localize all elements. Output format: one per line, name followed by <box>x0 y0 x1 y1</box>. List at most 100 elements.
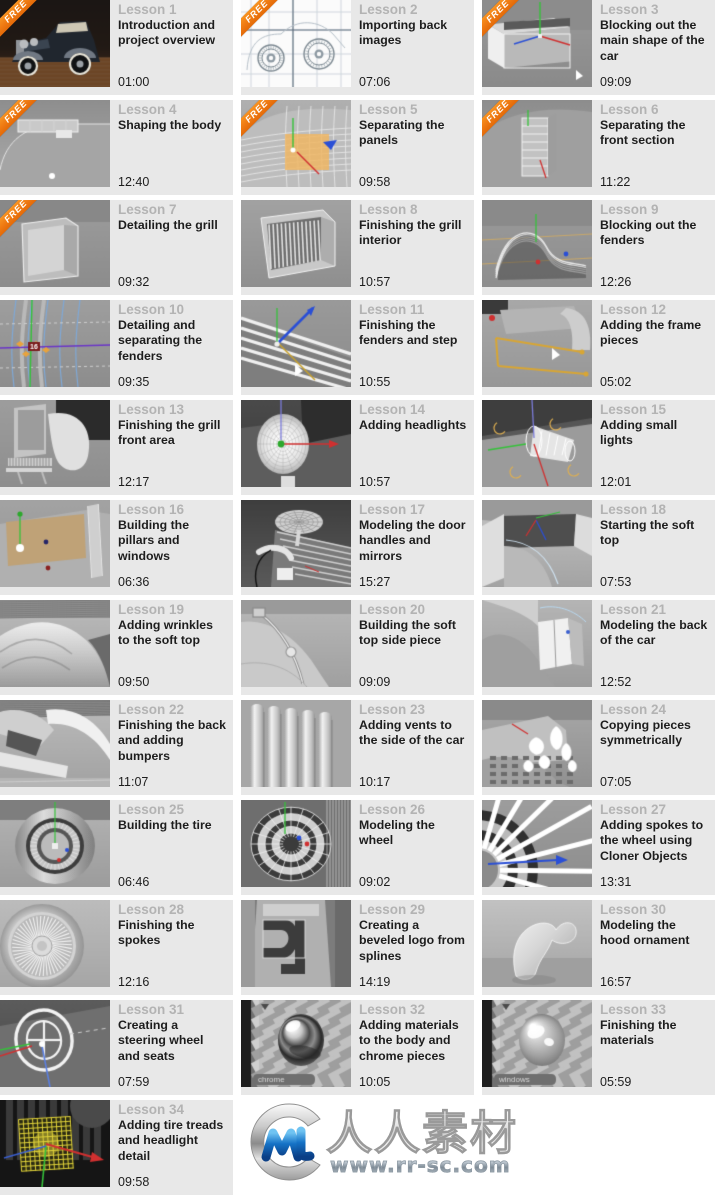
lesson-title[interactable]: Building the tire <box>118 818 227 833</box>
lesson-title[interactable]: Shaping the body <box>118 118 227 133</box>
lesson-title[interactable]: Modeling the back of the car <box>600 618 709 649</box>
lesson-title[interactable]: Creating a steering wheel and seats <box>118 1018 227 1064</box>
lesson-thumbnail[interactable] <box>241 1000 351 1087</box>
lesson-title[interactable]: Detailing and separating the fenders <box>118 318 227 364</box>
lesson-card[interactable]: Lesson 22 Finishing the back and adding b… <box>0 700 233 795</box>
lesson-card[interactable]: Lesson 26 Modeling the wheel 09:02 <box>241 800 474 895</box>
lesson-thumbnail[interactable] <box>482 500 592 587</box>
lesson-title[interactable]: Finishing the fenders and step <box>359 318 468 349</box>
lesson-card[interactable]: Lesson 11 Finishing the fenders and step 1… <box>241 300 474 395</box>
lesson-thumbnail[interactable] <box>0 1100 110 1187</box>
lesson-card[interactable]: Lesson 28 Finishing the spokes 12:16 <box>0 900 233 995</box>
lesson-title[interactable]: Adding wrinkles to the soft top <box>118 618 227 649</box>
lesson-thumbnail[interactable]: FREE <box>482 0 592 87</box>
lesson-thumbnail[interactable] <box>482 200 592 287</box>
lesson-card[interactable]: Lesson 12 Adding the frame pieces 05:02 <box>482 300 715 395</box>
lesson-thumbnail[interactable]: FREE <box>0 0 110 87</box>
lesson-thumbnail[interactable] <box>241 700 351 787</box>
lesson-card[interactable]: Lesson 23 Adding vents to the side of the… <box>241 700 474 795</box>
lesson-title[interactable]: Adding headlights <box>359 418 468 433</box>
lesson-title[interactable]: Blocking out the fenders <box>600 218 709 249</box>
lesson-card[interactable]: Lesson 32 Adding materials to the body an… <box>241 1000 474 1095</box>
lesson-thumbnail[interactable] <box>0 900 110 987</box>
lesson-card[interactable]: Lesson 15 Adding small lights 12:01 <box>482 400 715 495</box>
lesson-thumbnail[interactable] <box>482 300 592 387</box>
lesson-card[interactable]: FREE Lesson 2 Importing back images 07:06 <box>241 0 474 95</box>
lesson-card[interactable]: Lesson 19 Adding wrinkles to the soft top… <box>0 600 233 695</box>
lesson-title[interactable]: Blocking out the main shape of the car <box>600 18 709 64</box>
lesson-thumbnail[interactable] <box>241 900 351 987</box>
lesson-thumbnail[interactable] <box>0 400 110 487</box>
lesson-card[interactable]: Lesson 9 Blocking out the fenders 12:26 <box>482 200 715 295</box>
lesson-thumbnail[interactable] <box>0 300 110 387</box>
lesson-title[interactable]: Creating a beveled logo from splines <box>359 918 468 964</box>
lesson-thumbnail[interactable] <box>482 900 592 987</box>
lesson-card[interactable]: Lesson 17 Modeling the door handles and m… <box>241 500 474 595</box>
lesson-thumbnail[interactable] <box>482 400 592 487</box>
lesson-card[interactable]: Lesson 24 Copying pieces symmetrically 07:… <box>482 700 715 795</box>
lesson-card[interactable]: Lesson 20 Building the soft top side piec… <box>241 600 474 695</box>
lesson-title[interactable]: Finishing the spokes <box>118 918 227 949</box>
lesson-thumbnail[interactable] <box>241 500 351 587</box>
lesson-title[interactable]: Adding spokes to the wheel using Cloner … <box>600 818 709 864</box>
lesson-card[interactable]: FREE Lesson 1 Introduction and project ove… <box>0 0 233 95</box>
lesson-title[interactable]: Separating the front section <box>600 118 709 149</box>
lesson-card[interactable]: Lesson 21 Modeling the back of the car 12:… <box>482 600 715 695</box>
lesson-thumbnail[interactable] <box>241 300 351 387</box>
lesson-card[interactable]: Lesson 29 Creating a beveled logo from sp… <box>241 900 474 995</box>
lesson-title[interactable]: Building the soft top side piece <box>359 618 468 649</box>
lesson-thumbnail[interactable] <box>482 600 592 687</box>
lesson-thumbnail[interactable] <box>241 200 351 287</box>
lesson-thumbnail[interactable]: FREE <box>241 100 351 187</box>
lesson-title[interactable]: Finishing the grill interior <box>359 218 468 249</box>
lesson-thumbnail[interactable] <box>482 1000 592 1087</box>
lesson-title[interactable]: Importing back images <box>359 18 468 49</box>
lesson-thumbnail[interactable] <box>482 800 592 887</box>
lesson-title[interactable]: Finishing the grill front area <box>118 418 227 449</box>
lesson-title[interactable]: Modeling the wheel <box>359 818 468 849</box>
lesson-card[interactable]: Lesson 31 Creating a steering wheel and s… <box>0 1000 233 1095</box>
lesson-thumbnail[interactable] <box>482 700 592 787</box>
lesson-card[interactable]: Lesson 8 Finishing the grill interior 10:5… <box>241 200 474 295</box>
lesson-title[interactable]: Separating the panels <box>359 118 468 149</box>
lesson-title[interactable]: Modeling the hood ornament <box>600 918 709 949</box>
lesson-card[interactable]: FREE Lesson 6 Separating the front section… <box>482 100 715 195</box>
lesson-title[interactable]: Adding the frame pieces <box>600 318 709 349</box>
lesson-thumbnail[interactable] <box>241 800 351 887</box>
lesson-card[interactable]: Lesson 27 Adding spokes to the wheel usin… <box>482 800 715 895</box>
lesson-title[interactable]: Copying pieces symmetrically <box>600 718 709 749</box>
lesson-thumbnail[interactable] <box>0 500 110 587</box>
lesson-thumbnail[interactable] <box>0 1000 110 1087</box>
lesson-thumbnail[interactable] <box>0 700 110 787</box>
lesson-title[interactable]: Adding vents to the side of the car <box>359 718 468 749</box>
lesson-thumbnail[interactable]: FREE <box>482 100 592 187</box>
lesson-card[interactable]: Lesson 30 Modeling the hood ornament 16:57 <box>482 900 715 995</box>
lesson-thumbnail[interactable]: FREE <box>241 0 351 87</box>
lesson-title[interactable]: Modeling the door handles and mirrors <box>359 518 468 564</box>
lesson-title[interactable]: Finishing the back and adding bumpers <box>118 718 227 764</box>
lesson-card[interactable]: FREE Lesson 7 Detailing the grill 09:32 <box>0 200 233 295</box>
lesson-card[interactable]: Lesson 18 Starting the soft top 07:53 <box>482 500 715 595</box>
lesson-title[interactable]: Adding tire treads and headlight detail <box>118 1118 227 1164</box>
lesson-title[interactable]: Introduction and project overview <box>118 18 227 49</box>
lesson-card[interactable]: FREE Lesson 3 Blocking out the main shape … <box>482 0 715 95</box>
lesson-card[interactable]: FREE Lesson 5 Separating the panels 09:58 <box>241 100 474 195</box>
lesson-title[interactable]: Starting the soft top <box>600 518 709 549</box>
lesson-title[interactable]: Finishing the materials <box>600 1018 709 1049</box>
lesson-card[interactable]: Lesson 34 Adding tire treads and headligh… <box>0 1100 233 1195</box>
lesson-card[interactable]: Lesson 10 Detailing and separating the fe… <box>0 300 233 395</box>
lesson-title[interactable]: Adding materials to the body and chrome … <box>359 1018 468 1064</box>
lesson-title[interactable]: Adding small lights <box>600 418 709 449</box>
lesson-thumbnail[interactable] <box>241 600 351 687</box>
lesson-card[interactable]: Lesson 13 Finishing the grill front area 1… <box>0 400 233 495</box>
lesson-card[interactable]: Lesson 16 Building the pillars and window… <box>0 500 233 595</box>
lesson-title[interactable]: Building the pillars and windows <box>118 518 227 564</box>
lesson-title[interactable]: Detailing the grill <box>118 218 227 233</box>
lesson-card[interactable]: Lesson 14 Adding headlights 10:57 <box>241 400 474 495</box>
lesson-card[interactable]: Lesson 33 Finishing the materials 05:59 <box>482 1000 715 1095</box>
lesson-card[interactable]: Lesson 25 Building the tire 06:46 <box>0 800 233 895</box>
lesson-card[interactable]: FREE Lesson 4 Shaping the body 12:40 <box>0 100 233 195</box>
lesson-thumbnail[interactable]: FREE <box>0 200 110 287</box>
lesson-thumbnail[interactable]: FREE <box>0 100 110 187</box>
lesson-thumbnail[interactable] <box>241 400 351 487</box>
